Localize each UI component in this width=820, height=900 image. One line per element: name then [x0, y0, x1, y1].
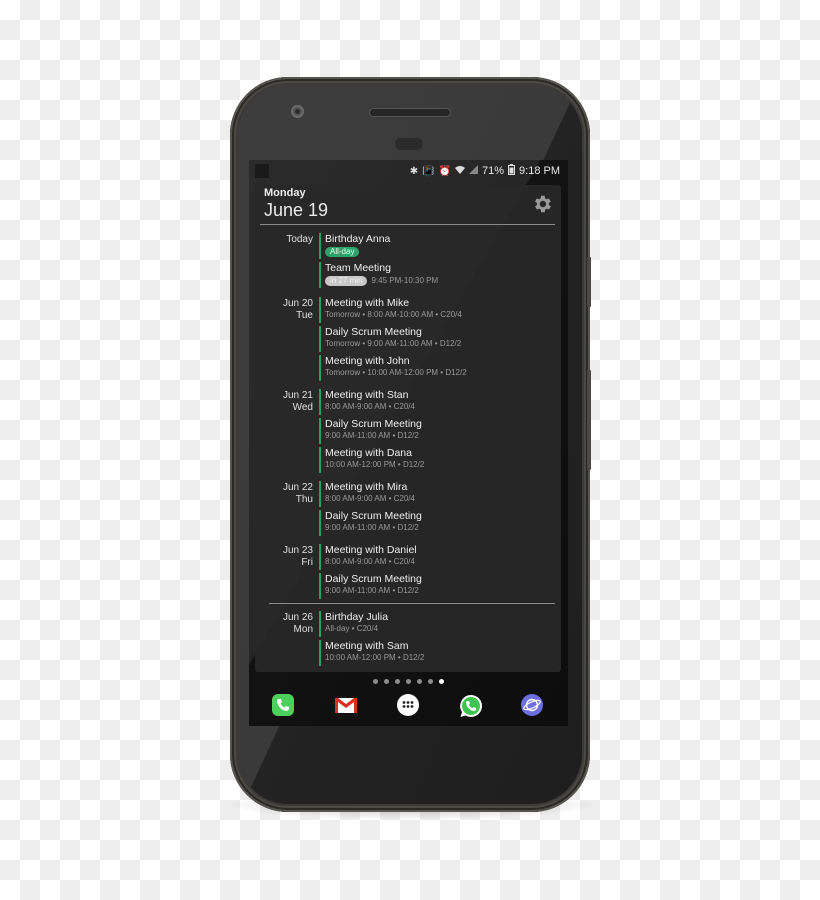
event-title: Meeting with Stan — [325, 389, 409, 401]
countdown-badge: in 27 min — [325, 276, 368, 286]
event-item[interactable]: Meeting with Mira 8:00 AM-9:00 AM • C20/… — [319, 481, 549, 507]
earpiece-speaker — [370, 109, 450, 116]
calendar-widget[interactable]: Monday June 19 Today Birthday Anna All-d… — [255, 185, 561, 672]
event-color-bar — [319, 611, 321, 637]
page-indicator[interactable] — [249, 679, 568, 684]
day-label: Jun 26 Mon — [282, 612, 313, 635]
day-label: Jun 23 Fri — [282, 545, 313, 568]
event-title: Daily Scrum Meeting — [325, 326, 422, 338]
event-color-bar — [319, 262, 321, 288]
gmail-app-icon[interactable] — [334, 694, 357, 716]
event-color-bar — [319, 418, 321, 444]
front-camera — [291, 105, 304, 118]
vibrate-icon: 📳 — [422, 165, 435, 177]
event-item[interactable]: Daily Scrum Meeting 9:00 AM-11:00 AM • D… — [319, 418, 549, 444]
event-details: 8:00 AM-9:00 AM • C20/4 — [325, 557, 415, 566]
page-dot[interactable] — [417, 679, 422, 684]
event-title: Daily Scrum Meeting — [325, 510, 422, 522]
day-label: Jun 22 Thu — [282, 482, 313, 505]
page-dot[interactable] — [384, 679, 389, 684]
event-title: Meeting with Daniel — [325, 544, 417, 556]
event-details: 9:45 PM-10:30 PM — [371, 276, 439, 285]
event-item[interactable]: Meeting with Dana 10:00 AM-12:00 PM • D1… — [319, 447, 549, 473]
proximity-sensor — [395, 138, 423, 150]
event-item[interactable]: Meeting with Mike Tomorrow • 8:00 AM-10:… — [319, 297, 549, 323]
phone-app-icon[interactable] — [272, 694, 294, 716]
event-details: Tomorrow • 10:00 AM-12:00 PM • D12/2 — [325, 368, 467, 377]
app-dock — [249, 694, 568, 720]
event-color-bar — [319, 389, 321, 415]
event-title: Meeting with Dana — [325, 447, 412, 459]
event-item[interactable]: Daily Scrum Meeting 9:00 AM-11:00 AM • D… — [319, 573, 549, 599]
event-item[interactable]: Daily Scrum Meeting Tomorrow • 9:00 AM-1… — [319, 326, 549, 352]
event-color-bar — [319, 481, 321, 507]
clock: 9:18 PM — [519, 165, 560, 177]
event-color-bar — [319, 510, 321, 536]
page-dot[interactable] — [428, 679, 433, 684]
event-details: 10:00 AM-12:00 PM • D12/2 — [325, 653, 425, 662]
event-title: Birthday Julia — [325, 611, 389, 623]
widget-weekday: Monday — [264, 187, 306, 199]
event-details: Tomorrow • 9:00 AM-11:00 AM • D12/2 — [325, 339, 462, 348]
volume-button[interactable] — [587, 370, 591, 470]
alarm-icon: ⏰ — [438, 165, 451, 177]
whatsapp-app-icon[interactable] — [459, 694, 482, 717]
event-details: Tomorrow • 8:00 AM-10:00 AM • C20/4 — [325, 310, 462, 319]
event-details: 9:00 AM-11:00 AM • D12/2 — [325, 431, 419, 440]
status-bar: ✱ 📳 ⏰ 71% 9:18 PM — [249, 160, 568, 182]
event-item[interactable]: Birthday Anna All-day — [319, 233, 549, 259]
day-label: Jun 20 Tue — [282, 298, 313, 321]
widget-date[interactable]: June 19 — [264, 200, 328, 221]
event-title: Meeting with John — [325, 355, 410, 367]
bluetooth-icon: ✱ — [409, 165, 419, 177]
gear-icon[interactable] — [531, 193, 553, 215]
event-title: Daily Scrum Meeting — [325, 573, 422, 585]
event-title: Meeting with Sam — [325, 640, 409, 652]
event-color-bar — [319, 544, 321, 570]
battery-percent: 71% — [482, 165, 505, 177]
event-color-bar — [319, 297, 321, 323]
event-title: Team Meeting — [325, 262, 391, 274]
event-item[interactable]: Team Meeting in 27 min 9:45 PM-10:30 PM — [319, 262, 549, 288]
internet-browser-icon[interactable] — [521, 694, 543, 716]
event-item[interactable]: Meeting with Sam 10:00 AM-12:00 PM • D12… — [319, 640, 549, 666]
event-details: All-day • C20/4 — [325, 624, 379, 633]
event-details: 9:00 AM-11:00 AM • D12/2 — [325, 523, 419, 532]
event-color-bar — [319, 355, 321, 381]
page-dot[interactable] — [395, 679, 400, 684]
event-details: 9:00 AM-11:00 AM • D12/2 — [325, 586, 419, 595]
event-color-bar — [319, 447, 321, 473]
event-title: Meeting with Mike — [325, 297, 410, 309]
signal-icon — [469, 165, 478, 177]
event-color-bar — [319, 233, 321, 259]
week-divider — [269, 603, 555, 604]
event-item[interactable]: Meeting with Daniel 8:00 AM-9:00 AM • C2… — [319, 544, 549, 570]
header-divider — [260, 224, 555, 225]
event-color-bar — [319, 640, 321, 666]
event-title: Daily Scrum Meeting — [325, 418, 422, 430]
phone-screen: ✱ 📳 ⏰ 71% 9:18 PM Monday June 19 Today B… — [249, 160, 568, 726]
event-color-bar — [319, 573, 321, 599]
event-item[interactable]: Daily Scrum Meeting 9:00 AM-11:00 AM • D… — [319, 510, 549, 536]
event-color-bar — [319, 326, 321, 352]
wifi-icon — [455, 165, 465, 178]
event-title: Meeting with Mira — [325, 481, 408, 493]
day-label: Jun 21 Wed — [282, 390, 313, 413]
app-drawer-icon[interactable] — [397, 694, 419, 716]
event-title: Birthday Anna — [325, 233, 391, 245]
event-item[interactable]: Meeting with John Tomorrow • 10:00 AM-12… — [319, 355, 549, 381]
day-label: Today — [286, 234, 313, 245]
all-day-badge: All-day — [325, 247, 360, 257]
power-button[interactable] — [587, 257, 591, 307]
event-details: 8:00 AM-9:00 AM • C20/4 — [325, 494, 415, 503]
page-dot[interactable] — [373, 679, 378, 684]
page-dot[interactable] — [406, 679, 411, 684]
event-item[interactable]: Birthday Julia All-day • C20/4 — [319, 611, 549, 637]
page-dot-active[interactable] — [439, 679, 444, 684]
event-details: 10:00 AM-12:00 PM • D12/2 — [325, 460, 425, 469]
notification-icon — [255, 164, 269, 178]
event-details: 8:00 AM-9:00 AM • C20/4 — [325, 402, 415, 411]
event-item[interactable]: Meeting with Stan 8:00 AM-9:00 AM • C20/… — [319, 389, 549, 415]
battery-icon — [508, 164, 516, 178]
